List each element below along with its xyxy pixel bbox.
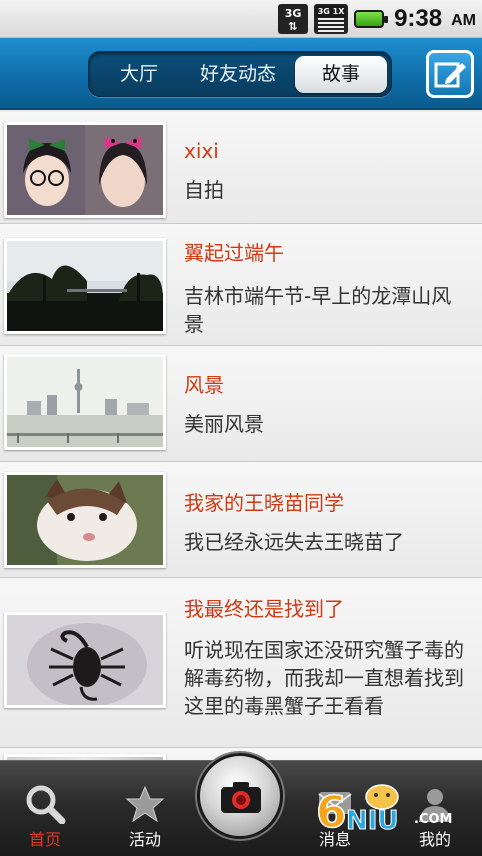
camera-icon [221, 782, 261, 813]
tab-profile[interactable]: 我的 [390, 784, 480, 850]
tab-stories[interactable]: 故事 [295, 56, 387, 93]
tab-activity[interactable]: 活动 [100, 784, 190, 850]
network-3g-icon: 3G [278, 4, 309, 34]
story-row[interactable]: 我最终还是找到了 听说现在国家还没研究蟹子毒的解毒药物，而我却一直想着找到这里的… [0, 578, 482, 748]
signal-tag: 3G 1X [316, 6, 347, 17]
compose-icon [434, 62, 466, 88]
camera-button[interactable] [197, 753, 283, 839]
story-title: 我最终还是找到了 [184, 597, 344, 621]
tab-profile-label: 我的 [418, 830, 451, 849]
tab-messages[interactable]: 消息 [290, 784, 380, 850]
signal-bars [318, 18, 345, 32]
clock-time: 9:38 [394, 5, 443, 32]
story-title: 我家的王晓苗同学 [184, 491, 344, 515]
signal-strength-icon: 3G 1X [314, 4, 349, 34]
story-description: 美丽风景 [184, 412, 264, 436]
segmented-control: 大厅 好友动态 故事 [88, 51, 392, 97]
clock-ampm: AM [451, 12, 476, 29]
story-list[interactable]: xixi 自拍 翼起过端午 吉林市端午节-早上的龙潭山风景 风景 美丽风景 我家… [0, 112, 482, 760]
tab-friend-feed[interactable]: 好友动态 [189, 56, 287, 93]
story-thumbnail-skyline [4, 354, 166, 450]
tab-home[interactable]: 首页 [0, 784, 90, 850]
story-thumbnail-landscape [4, 238, 166, 334]
bottom-tab-bar: 首页 活动 消息 我的 6 NIU .COM [0, 753, 482, 856]
message-icon [318, 792, 352, 814]
story-row[interactable]: 我家的王晓苗同学 我已经永远失去王晓苗了 [0, 462, 482, 578]
tab-messages-label: 消息 [318, 830, 351, 849]
status-icons: 3G 3G 1X 9:38 AM [278, 3, 476, 35]
story-description: 吉林市端午节-早上的龙潭山风景 [184, 284, 452, 336]
story-description: 我已经永远失去王晓苗了 [184, 530, 404, 554]
status-bar: 3G 3G 1X 9:38 AM [0, 0, 482, 38]
story-thumbnail-selfie [4, 122, 166, 218]
story-title: 翼起过端午 [184, 241, 284, 265]
star-icon [125, 785, 165, 823]
profile-icon [419, 789, 451, 822]
story-thumbnail-cat [4, 472, 166, 568]
compose-button[interactable] [426, 50, 474, 98]
search-icon [26, 785, 66, 824]
story-title: 风景 [184, 373, 224, 397]
story-thumbnail-scorpion [4, 612, 166, 708]
story-title: xixi [184, 139, 219, 163]
story-row[interactable]: 翼起过端午 吉林市端午节-早上的龙潭山风景 [0, 224, 482, 346]
app-header: 大厅 好友动态 故事 [0, 38, 482, 110]
story-description: 听说现在国家还没研究蟹子毒的解毒药物，而我却一直想着找到这里的毒黑蟹子王看看 [184, 638, 464, 718]
tab-home-label: 首页 [28, 830, 61, 849]
battery-icon [354, 10, 389, 28]
story-row[interactable]: 风景 美丽风景 [0, 346, 482, 462]
story-description: 自拍 [184, 178, 224, 202]
tab-activity-label: 活动 [128, 830, 161, 849]
story-row[interactable]: xixi 自拍 [0, 112, 482, 224]
tab-hall[interactable]: 大厅 [99, 56, 179, 93]
